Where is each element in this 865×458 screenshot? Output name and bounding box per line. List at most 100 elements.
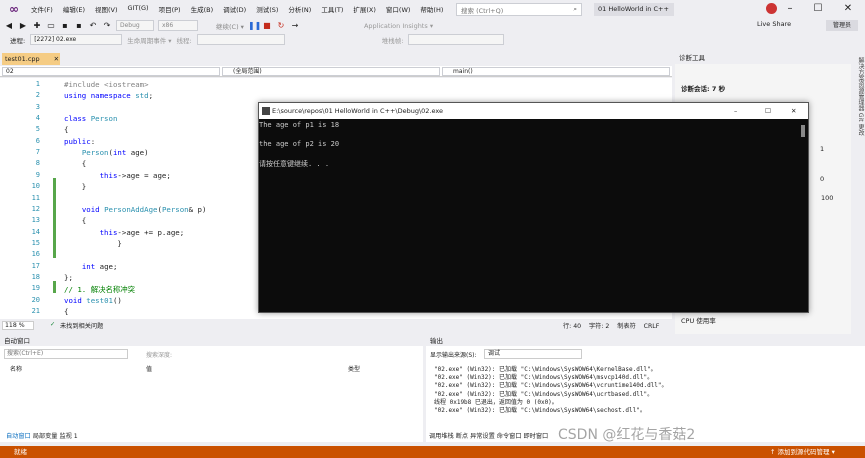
- line-number: 7: [35, 148, 40, 157]
- menu-item[interactable]: 视图(V): [90, 4, 123, 14]
- tab-breakpoints[interactable]: 断点: [456, 433, 468, 440]
- back-icon[interactable]: ◀: [4, 21, 14, 31]
- code-line[interactable]: {: [64, 307, 68, 316]
- code-line[interactable]: };: [64, 273, 73, 282]
- restart-icon[interactable]: ↻: [276, 21, 286, 31]
- zoom-select[interactable]: 118 %: [2, 321, 34, 330]
- watermark: CSDN @红花与香菇2: [558, 427, 696, 443]
- code-line[interactable]: using namespace std;: [64, 91, 153, 100]
- code-line[interactable]: {: [64, 159, 86, 168]
- code-line[interactable]: Person p1(18);: [64, 318, 144, 319]
- menu-item[interactable]: 帮助(H): [415, 4, 448, 14]
- menu-item[interactable]: 项目(P): [154, 4, 186, 14]
- tab-exception-settings[interactable]: 异常设置: [470, 433, 495, 440]
- forward-icon[interactable]: ▶: [18, 21, 28, 31]
- code-line[interactable]: Person(int age): [64, 148, 149, 157]
- console-maximize-icon[interactable]: ☐: [765, 103, 771, 119]
- issues-status: 未找到相关问题: [60, 323, 104, 330]
- menu-item[interactable]: 文件(F): [26, 4, 58, 14]
- close-tab-icon[interactable]: ✕: [54, 55, 59, 63]
- tab-immediate-window[interactable]: 即时窗口: [524, 433, 549, 440]
- save-all-icon[interactable]: ▪: [74, 21, 84, 31]
- code-line[interactable]: // 1. 解决名称冲突: [64, 284, 135, 295]
- menu-item[interactable]: 生成(B): [186, 4, 219, 14]
- code-line[interactable]: {: [64, 216, 86, 225]
- continue-button[interactable]: 继续(C) ▾: [216, 21, 244, 31]
- solution-explorer-tab[interactable]: 解决方案资源管理器 Git 更改: [851, 53, 865, 334]
- console-close-icon[interactable]: ✕: [791, 103, 796, 119]
- cpu-usage-label: CPU 使用率: [681, 317, 716, 325]
- stack-frame-select[interactable]: [408, 34, 505, 45]
- diagnostic-tools-title: 诊断工具: [675, 53, 865, 64]
- lifecycle-events-button[interactable]: 生命周期事件 ▾: [127, 35, 171, 45]
- tab-command-window[interactable]: 命令窗口: [497, 433, 522, 440]
- line-number: 14: [31, 227, 40, 236]
- redo-icon[interactable]: ↷: [102, 21, 112, 31]
- code-line[interactable]: int age;: [64, 262, 118, 271]
- menu-item[interactable]: 工具(T): [316, 4, 348, 14]
- project-nav-select[interactable]: 02: [2, 67, 220, 76]
- admin-badge: 管理员: [826, 20, 858, 31]
- tab-watch[interactable]: 监视 1: [59, 433, 77, 440]
- pause-icon[interactable]: ❚❚: [248, 21, 261, 31]
- close-icon[interactable]: ✕: [834, 0, 862, 18]
- console-window[interactable]: E:\source\repos\01 HelloWorld in C++\Deb…: [258, 102, 809, 313]
- code-line[interactable]: }: [64, 182, 86, 191]
- source-control-button[interactable]: ↑ 添加到源代码管理 ▾: [770, 446, 835, 458]
- menu-item[interactable]: 分析(N): [283, 4, 316, 14]
- platform-select[interactable]: x86: [158, 20, 198, 31]
- minimize-icon[interactable]: –: [776, 0, 804, 18]
- maximize-icon[interactable]: ☐: [804, 0, 832, 18]
- project-title: 01 HelloWorld in C++: [594, 3, 674, 16]
- member-nav-select[interactable]: main(): [442, 67, 670, 76]
- tab-test01-cpp[interactable]: test01.cpp ✕: [2, 53, 60, 65]
- code-line[interactable]: this->age += p.age;: [64, 228, 185, 237]
- code-line[interactable]: #include <iostream>: [64, 80, 149, 89]
- code-line[interactable]: void test01(): [64, 296, 122, 305]
- menu-item[interactable]: 编辑(E): [58, 4, 90, 14]
- line-number: 18: [31, 272, 40, 281]
- menu-item[interactable]: 扩展(X): [348, 4, 381, 14]
- save-icon[interactable]: ▪: [60, 21, 70, 31]
- process-select[interactable]: [2272] 02.exe: [30, 34, 123, 45]
- console-output: The age of p1 is 18 the age of p2 is 20 请按…: [259, 119, 808, 312]
- open-icon[interactable]: ▭: [46, 21, 56, 31]
- console-scrollbar[interactable]: [801, 125, 805, 137]
- code-line[interactable]: void PersonAddAge(Person& p): [64, 205, 207, 214]
- output-source-select[interactable]: 调试: [484, 349, 582, 359]
- menu-item[interactable]: 窗口(W): [381, 4, 416, 14]
- line-number: 16: [31, 250, 40, 259]
- stop-icon[interactable]: ■: [262, 21, 272, 31]
- new-file-icon[interactable]: ✚: [32, 21, 42, 31]
- menu-item[interactable]: 调试(D): [218, 4, 251, 14]
- change-marker: [53, 178, 56, 190]
- code-line[interactable]: }: [64, 239, 121, 248]
- tab-autos[interactable]: 自动窗口: [6, 433, 31, 440]
- scope-nav-select[interactable]: (全局范围): [222, 67, 440, 76]
- line-number: 8: [35, 159, 40, 168]
- undo-icon[interactable]: ↶: [88, 21, 98, 31]
- change-marker: [53, 190, 56, 258]
- autos-search-input[interactable]: 搜索(Ctrl+E): [4, 349, 128, 359]
- code-line[interactable]: public:: [64, 137, 95, 146]
- code-line[interactable]: class Person: [64, 114, 117, 123]
- configuration-select[interactable]: Debug: [116, 20, 154, 31]
- menu-item[interactable]: GIT(G): [123, 4, 154, 14]
- search-input[interactable]: 搜索 (Ctrl+Q) ⌕: [456, 3, 582, 16]
- menu-item[interactable]: 测试(S): [251, 4, 283, 14]
- console-line: 请按任意键继续. . .: [259, 160, 330, 168]
- console-minimize-icon[interactable]: –: [734, 103, 737, 119]
- line-number: 9: [35, 170, 40, 179]
- line-number: 15: [31, 238, 40, 247]
- tab-call-stack[interactable]: 调用堆栈: [429, 433, 454, 440]
- line-number: 6: [35, 136, 40, 145]
- code-line[interactable]: this->age = age;: [64, 171, 171, 180]
- live-share-button[interactable]: Live Share: [757, 20, 791, 28]
- application-insights-button[interactable]: Application Insights ▾: [364, 22, 433, 30]
- thread-select[interactable]: [196, 34, 285, 45]
- step-icon[interactable]: →: [290, 21, 300, 31]
- line-number: 17: [31, 261, 40, 270]
- code-line[interactable]: {: [64, 125, 68, 134]
- line-number: 22: [18, 318, 40, 319]
- tab-locals[interactable]: 局部变量: [33, 433, 58, 440]
